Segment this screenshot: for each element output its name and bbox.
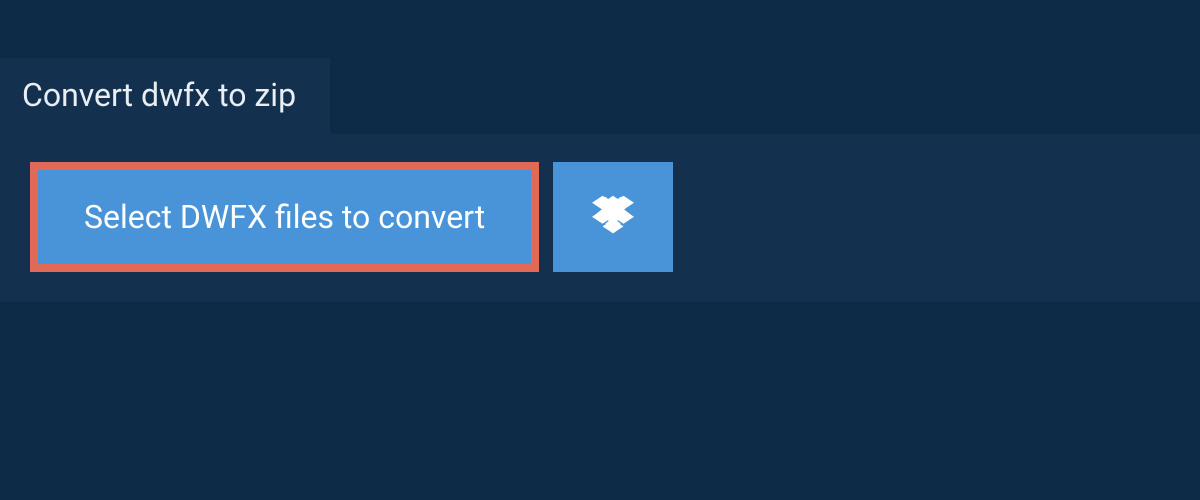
tab-strip: Convert dwfx to zip [0, 0, 1200, 134]
dropbox-icon [592, 194, 634, 240]
converter-panel: Select DWFX files to convert [0, 134, 1200, 302]
select-files-button[interactable]: Select DWFX files to convert [30, 162, 539, 272]
dropbox-button[interactable] [553, 162, 673, 272]
tab-convert[interactable]: Convert dwfx to zip [0, 58, 330, 134]
select-files-label: Select DWFX files to convert [84, 198, 485, 236]
tab-title: Convert dwfx to zip [22, 76, 296, 114]
